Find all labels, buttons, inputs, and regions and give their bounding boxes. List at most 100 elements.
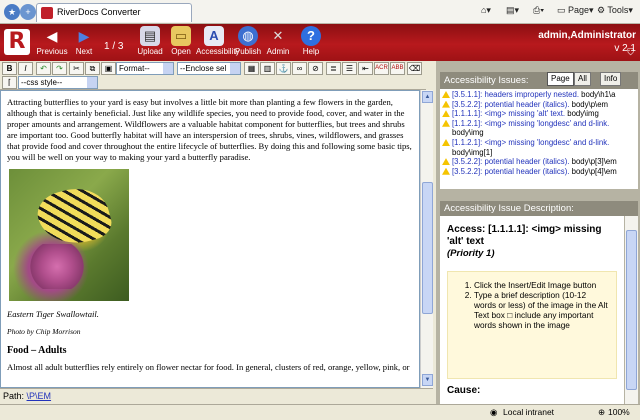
open-button[interactable]: ▭ Open	[168, 26, 194, 56]
help-icon: ?	[301, 26, 321, 46]
warning-icon	[442, 138, 450, 146]
upload-button[interactable]: ▤ Upload	[136, 26, 164, 56]
zoom-level[interactable]: 100%	[608, 407, 630, 417]
issue-item[interactable]: [1.1.2.1]: <img> missing 'longdesc' and …	[442, 138, 636, 157]
tools-icon: ✕	[272, 28, 284, 43]
paste-icon[interactable]: ▣	[101, 62, 116, 75]
previous-arrow-icon: ◀	[46, 28, 58, 44]
favorites-star-icon[interactable]: ★	[4, 4, 20, 20]
browser-tab-bar: RiverDocs Converter ★ + ⌂▾ ▤▾ ⎙▾ ▭ Page▾…	[0, 0, 640, 24]
image-icon[interactable]: ▦	[244, 62, 259, 75]
home-icon[interactable]: ⌂▾	[481, 5, 491, 16]
issue-item[interactable]: [3.5.1.1]: headers improperly nested. bo…	[442, 90, 636, 100]
path-label: Path:	[3, 391, 25, 401]
warning-icon	[442, 158, 450, 166]
repair-steps: Click the Insert/Edit Image button Type …	[447, 271, 617, 379]
description-header: Accessibility Issue Description:	[440, 201, 638, 216]
photo-credit: Photo by Chip Morrison	[7, 327, 81, 336]
page-menu[interactable]: ▭ Page▾	[557, 5, 594, 16]
globe-icon: ◍	[238, 26, 258, 46]
format-select[interactable]: Format--	[116, 62, 174, 75]
ordered-list-icon[interactable]: ≣	[326, 62, 341, 75]
shield-icon: ⛉	[627, 47, 634, 57]
print-icon[interactable]: ⎙▾	[533, 5, 544, 16]
tab-all[interactable]: All	[574, 72, 591, 86]
path-bar: Path: \P\EM	[0, 388, 433, 404]
app-header: R ◀ Previous ▶ Next 1 / 3 ▤ Upload ▭ Ope…	[0, 24, 640, 61]
style-icon[interactable]: ⌈	[2, 76, 17, 89]
scroll-up-arrow[interactable]: ▲	[422, 91, 433, 103]
folder-icon: ▭	[171, 26, 191, 46]
riverdocs-favicon	[41, 7, 53, 19]
bold-button[interactable]: B	[2, 62, 17, 75]
next-arrow-icon: ▶	[78, 28, 90, 44]
issue-item[interactable]: [1.1.1.1]: <img> missing 'alt' text. bod…	[442, 109, 636, 119]
user-name: admin,Administrator	[538, 30, 636, 41]
issue-title: Access: [1.1.1.1]: <img> missing 'alt' t…	[447, 224, 602, 247]
issue-priority: (Priority 1)	[447, 248, 495, 259]
publish-button[interactable]: ◍ Publish	[234, 26, 262, 56]
accessibility-icon: A	[204, 26, 224, 46]
page-indicator: 1 / 3	[104, 41, 124, 52]
zoom-icon[interactable]: ⊕	[598, 407, 605, 418]
food-paragraph: Almost all adult butterflies rely entire…	[7, 362, 410, 372]
editor-toolbar: B I ↶ ↷ ✂ ⧉ ▣ Format-- --Enclose sel ▦ ▥…	[0, 61, 426, 90]
link-icon[interactable]: ∞	[292, 62, 307, 75]
description-scroll-thumb[interactable]	[626, 230, 637, 390]
warning-icon	[442, 167, 450, 175]
cause-label: Cause:	[447, 385, 481, 396]
acronym-icon[interactable]: ACR	[374, 62, 389, 75]
upload-icon: ▤	[140, 26, 160, 46]
repair-step: Type a brief description (10-12 words or…	[474, 290, 610, 330]
issue-item[interactable]: [3.5.2.2]: potential header (italics). b…	[442, 100, 636, 110]
outdent-icon[interactable]: ⇤	[358, 62, 373, 75]
issue-item[interactable]: [3.5.2.2]: potential header (italics). b…	[442, 157, 636, 167]
status-bar: ◉ Local intranet ⊕ 100%	[0, 404, 640, 420]
css-style-select[interactable]: --css style--	[18, 76, 98, 89]
description-scrollbar[interactable]	[625, 216, 638, 404]
italic-button[interactable]: I	[18, 62, 33, 75]
intranet-icon: ◉	[490, 407, 498, 417]
issue-item[interactable]: [3.5.2.2]: potential header (italics). b…	[442, 167, 636, 177]
tab-page[interactable]: Page	[547, 72, 574, 86]
enclose-select[interactable]: --Enclose sel	[177, 62, 241, 75]
browser-tab-title: RiverDocs Converter	[57, 7, 141, 17]
document-scrollbar[interactable]: ▲ ▼	[420, 90, 433, 388]
issues-list: [3.5.1.1]: headers improperly nested. bo…	[440, 89, 638, 189]
section-heading: Food – Adults	[7, 345, 67, 356]
intro-paragraph: Attracting butterflies to your yard is e…	[7, 97, 412, 162]
help-button[interactable]: ? Help	[300, 26, 322, 56]
next-button[interactable]: ▶ Next	[72, 26, 96, 56]
table-icon[interactable]: ▥	[260, 62, 275, 75]
undo-icon[interactable]: ↶	[36, 62, 51, 75]
unordered-list-icon[interactable]: ☰	[342, 62, 357, 75]
scroll-thumb[interactable]	[422, 182, 433, 314]
photo-caption: Eastern Tiger Swallowtail.	[7, 309, 99, 319]
path-value[interactable]: \P\EM	[27, 391, 52, 401]
admin-button[interactable]: ✕ Admin	[266, 26, 290, 56]
warning-icon	[442, 110, 450, 118]
copy-icon[interactable]: ⧉	[85, 62, 100, 75]
warning-icon	[442, 91, 450, 98]
user-info: admin,Administrator v 2.1	[538, 29, 636, 55]
accessibility-button[interactable]: A Accessibility	[196, 26, 240, 56]
feeds-icon[interactable]: ▤▾	[506, 5, 519, 16]
document-editor[interactable]: Attracting butterflies to your yard is e…	[0, 90, 420, 388]
tab-info[interactable]: Info	[600, 72, 622, 86]
anchor-icon[interactable]: ⚓	[276, 62, 291, 75]
butterfly-photo[interactable]	[9, 169, 129, 301]
unlink-icon[interactable]: ⊘	[308, 62, 323, 75]
repair-step: Click the Insert/Edit Image button	[474, 280, 610, 290]
warning-icon	[442, 119, 450, 127]
tools-menu[interactable]: ⚙ Tools▾	[597, 5, 633, 16]
abbreviation-icon[interactable]: ABB	[390, 62, 405, 75]
redo-icon[interactable]: ↷	[52, 62, 67, 75]
previous-button[interactable]: ◀ Previous	[36, 26, 68, 56]
zone-label: Local intranet	[503, 407, 555, 417]
add-favorites-icon[interactable]: +	[20, 4, 36, 20]
scroll-down-arrow[interactable]: ▼	[422, 374, 433, 386]
issue-item[interactable]: [1.1.2.1]: <img> missing 'longdesc' and …	[442, 119, 636, 138]
browser-tab[interactable]: RiverDocs Converter	[36, 3, 192, 22]
cut-icon[interactable]: ✂	[69, 62, 84, 75]
cleanup-icon[interactable]: ⌫	[407, 62, 422, 75]
